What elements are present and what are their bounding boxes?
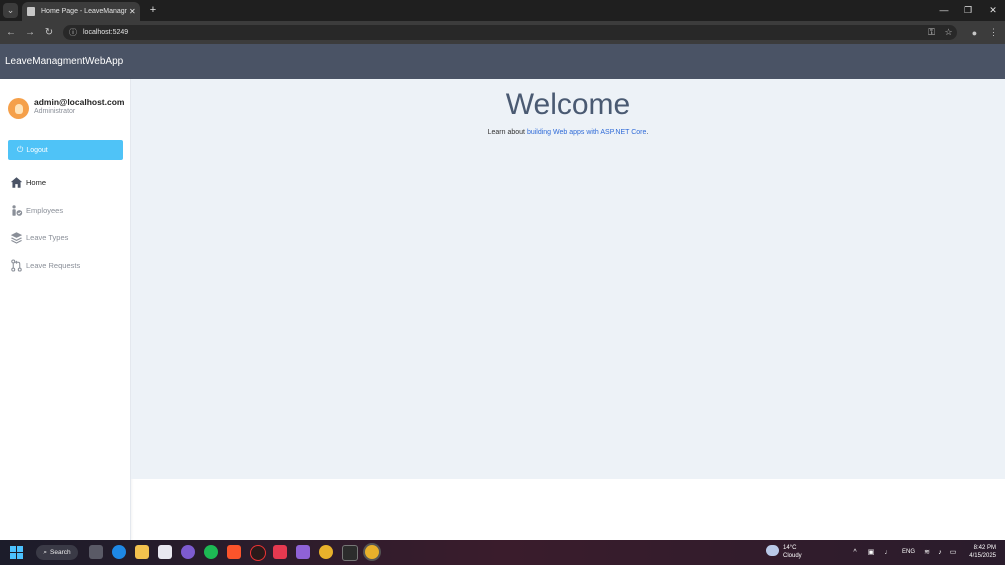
- microsoft-store-icon[interactable]: [158, 545, 172, 559]
- sidebar-item-home[interactable]: Home: [10, 175, 125, 189]
- spotify-icon[interactable]: [204, 545, 218, 559]
- power-icon: ⏻: [17, 145, 24, 154]
- task-view-icon[interactable]: [89, 545, 103, 559]
- search-icon: ⌕: [43, 548, 48, 556]
- back-arrow-icon[interactable]: ←: [4, 25, 18, 39]
- logout-button[interactable]: ⏻ Logout: [8, 140, 123, 160]
- weather-cloud-icon[interactable]: [766, 545, 779, 556]
- address-bar[interactable]: ⓘ localhost:5249: [63, 25, 957, 40]
- sidebar-item-leave-requests[interactable]: Leave Requests: [10, 258, 125, 272]
- main-content: [131, 79, 1005, 479]
- security-app-icon[interactable]: [250, 545, 266, 561]
- clock-time[interactable]: 8:42 PM: [966, 545, 996, 551]
- sidebar-item-employees[interactable]: Employees: [10, 203, 125, 217]
- window-restore-button[interactable]: ❐: [961, 3, 975, 17]
- app-brand[interactable]: LeaveManagmentWebApp: [5, 56, 123, 67]
- window-close-button[interactable]: ✕: [986, 3, 1000, 17]
- sidebar-item-label: Home: [26, 177, 47, 187]
- sidebar-item-label: Leave Requests: [26, 260, 81, 270]
- tray-app-icon[interactable]: ▣: [866, 547, 876, 557]
- battery-icon[interactable]: ▭: [948, 547, 958, 557]
- user-role: Administrator: [34, 108, 76, 115]
- avatar: [8, 98, 29, 119]
- windows-start-icon[interactable]: [10, 546, 23, 559]
- aspnet-docs-link[interactable]: building Web apps with ASP.NET Core: [527, 129, 646, 136]
- taskbar-search-button[interactable]: ⌕ Search: [36, 545, 78, 560]
- file-explorer-icon[interactable]: [135, 545, 149, 559]
- edge-icon[interactable]: [112, 545, 126, 559]
- more-menu-icon[interactable]: ⋮: [987, 26, 1000, 39]
- learn-prefix: Learn about: [487, 129, 527, 136]
- weather-temperature[interactable]: 14°C: [783, 545, 796, 551]
- sidebar-item-label: Employees: [26, 205, 64, 215]
- page-title: Welcome: [505, 88, 631, 121]
- password-key-icon[interactable]: ⚿: [925, 26, 938, 39]
- address-url[interactable]: localhost:5249: [83, 29, 128, 36]
- tab-title: Home Page - LeaveManagmentWebApp: [41, 8, 127, 15]
- employees-icon: [12, 204, 23, 216]
- chrome-active-icon[interactable]: [365, 545, 379, 559]
- tray-chevron-up-icon[interactable]: ^: [850, 547, 860, 557]
- visual-studio-icon[interactable]: [296, 545, 310, 559]
- sidebar-item-label: Leave Types: [26, 232, 69, 242]
- tab-search-chevron-icon[interactable]: ⌄: [3, 3, 18, 18]
- new-tab-button[interactable]: +: [147, 3, 159, 17]
- weather-condition[interactable]: Cloudy: [783, 553, 802, 559]
- dev-tool-icon[interactable]: [273, 545, 287, 559]
- tab-close-icon[interactable]: ✕: [129, 7, 136, 16]
- learn-text: Learn about building Web apps with ASP.N…: [131, 129, 1005, 136]
- window-minimize-button[interactable]: —: [937, 3, 951, 17]
- app-navbar: [0, 44, 1005, 79]
- viber-icon[interactable]: [181, 545, 195, 559]
- language-indicator[interactable]: ENG: [902, 549, 915, 555]
- layers-icon: [10, 231, 23, 244]
- site-info-icon[interactable]: ⓘ: [69, 27, 79, 38]
- brave-icon[interactable]: [227, 545, 241, 559]
- logout-label: Logout: [26, 146, 48, 154]
- clock-date[interactable]: 4/15/2025: [960, 553, 996, 559]
- lightbulb-icon: [14, 103, 23, 114]
- browser-tab[interactable]: Home Page - LeaveManagmentWebApp ✕: [22, 2, 140, 21]
- user-name: admin@localhost.com: [34, 97, 125, 107]
- profile-icon[interactable]: ●: [968, 26, 981, 39]
- bookmark-star-icon[interactable]: ☆: [942, 26, 955, 39]
- reload-icon[interactable]: ↻: [42, 25, 56, 39]
- sidebar-item-leave-types[interactable]: Leave Types: [10, 230, 125, 244]
- microphone-icon[interactable]: ♩: [883, 547, 893, 557]
- taskbar-search-label: Search: [50, 549, 71, 556]
- chrome-icon[interactable]: [319, 545, 333, 559]
- page-favicon-icon: [27, 7, 35, 16]
- volume-icon[interactable]: ♪: [935, 547, 945, 557]
- learn-suffix: .: [646, 129, 649, 136]
- forward-arrow-icon[interactable]: →: [23, 25, 37, 39]
- terminal-icon[interactable]: [342, 545, 358, 561]
- wifi-icon[interactable]: ≋: [922, 547, 932, 557]
- pull-request-icon: [11, 258, 22, 272]
- home-icon: [10, 176, 23, 188]
